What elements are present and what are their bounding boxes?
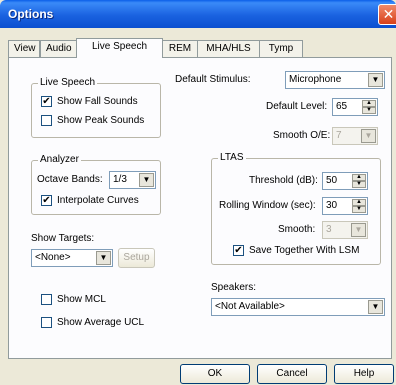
spin-up-icon[interactable]: ▲ [352,199,366,206]
help-button[interactable]: Help [334,364,394,384]
chevron-down-icon[interactable]: ▼ [351,223,366,237]
tab-view[interactable]: View [8,40,40,57]
show-peak-sounds-checkbox[interactable] [41,115,52,126]
default-level-value: 65 [336,101,348,112]
smooth-label: Smooth: [278,224,316,235]
tab-audio[interactable]: Audio [40,40,77,57]
smooth-value: 3 [326,224,332,235]
speakers-value: <Not Available> [215,301,285,312]
default-stimulus-value: Microphone [289,74,342,85]
spin-down-icon[interactable]: ▼ [352,206,366,213]
smooth-select[interactable]: 3 ▼ [322,221,368,239]
tab-rem[interactable]: REM [162,40,198,57]
save-together-checkbox[interactable]: ✔ [233,245,244,256]
close-icon: ✕ [382,6,395,22]
tab-tymp[interactable]: Tymp [259,40,303,57]
threshold-value: 50 [326,175,338,186]
show-mcl-label[interactable]: Show MCL [57,294,106,306]
rolling-window-stepper[interactable]: 30 ▲ ▼ [322,197,368,215]
default-stimulus-select[interactable]: Microphone ▼ [285,71,385,89]
check-icon: ✔ [234,245,243,256]
octave-bands-select[interactable]: 1/3 ▼ [109,171,156,189]
tab-live-speech[interactable]: Live Speech [76,38,163,58]
check-icon: ✔ [42,195,51,206]
live-speech-panel: Live Speech ✔ Show Fall Sounds Show Peak… [8,57,392,359]
smooth-oe-value: 7 [336,130,342,141]
cancel-button[interactable]: Cancel [257,364,327,384]
ltas-legend: LTAS [218,152,246,163]
check-icon: ✔ [42,96,51,107]
live-speech-legend: Live Speech [38,77,98,88]
speakers-select[interactable]: <Not Available> ▼ [211,298,385,316]
default-level-stepper[interactable]: 65 ▲ ▼ [332,98,378,116]
spin-up-icon[interactable]: ▲ [362,100,376,107]
threshold-stepper[interactable]: 50 ▲ ▼ [322,172,368,190]
show-average-ucl-checkbox[interactable] [41,317,52,328]
ok-button[interactable]: OK [180,364,250,384]
interpolate-curves-checkbox[interactable]: ✔ [41,195,52,206]
chevron-down-icon[interactable]: ▼ [368,73,383,87]
speakers-label: Speakers: [211,282,257,293]
show-mcl-checkbox[interactable] [41,294,52,305]
smooth-oe-select[interactable]: 7 ▼ [332,127,378,145]
analyzer-legend: Analyzer [38,154,81,165]
default-level-label: Default Level: [266,101,328,112]
show-fall-sounds-checkbox[interactable]: ✔ [41,96,52,107]
show-fall-sounds-label[interactable]: Show Fall Sounds [57,96,138,108]
show-peak-sounds-label[interactable]: Show Peak Sounds [57,115,144,127]
default-stimulus-label: Default Stimulus: [175,74,251,85]
threshold-label: Threshold (dB): [249,175,318,186]
live-speech-group: Live Speech [31,77,161,138]
chevron-down-icon[interactable]: ▼ [368,300,383,314]
rolling-window-value: 30 [326,200,338,211]
title-bar[interactable]: Options ✕ [0,0,396,28]
close-button[interactable]: ✕ [378,4,396,25]
octave-bands-value: 1/3 [113,174,127,185]
show-targets-label: Show Targets: [31,233,95,244]
smooth-oe-label: Smooth O/E: [273,130,331,141]
rolling-window-label: Rolling Window (sec): [219,200,316,211]
spin-down-icon[interactable]: ▼ [362,107,376,114]
show-targets-select[interactable]: <None> ▼ [31,249,113,267]
interpolate-curves-label[interactable]: Interpolate Curves [57,195,139,207]
show-average-ucl-label[interactable]: Show Average UCL [57,317,144,329]
tab-mha-hls[interactable]: MHA/HLS [197,40,260,57]
show-targets-value: <None> [35,252,71,263]
setup-button[interactable]: Setup [118,248,155,268]
options-dialog: Options ✕ View Audio Live Speech REM MHA… [0,0,396,385]
chevron-down-icon[interactable]: ▼ [139,173,154,187]
spin-up-icon[interactable]: ▲ [352,174,366,181]
chevron-down-icon[interactable]: ▼ [96,251,111,265]
chevron-down-icon[interactable]: ▼ [361,129,376,143]
octave-bands-label: Octave Bands: [37,174,103,185]
save-together-label[interactable]: Save Together With LSM [249,245,359,257]
window-title: Options [8,7,54,21]
spin-down-icon[interactable]: ▼ [352,181,366,188]
